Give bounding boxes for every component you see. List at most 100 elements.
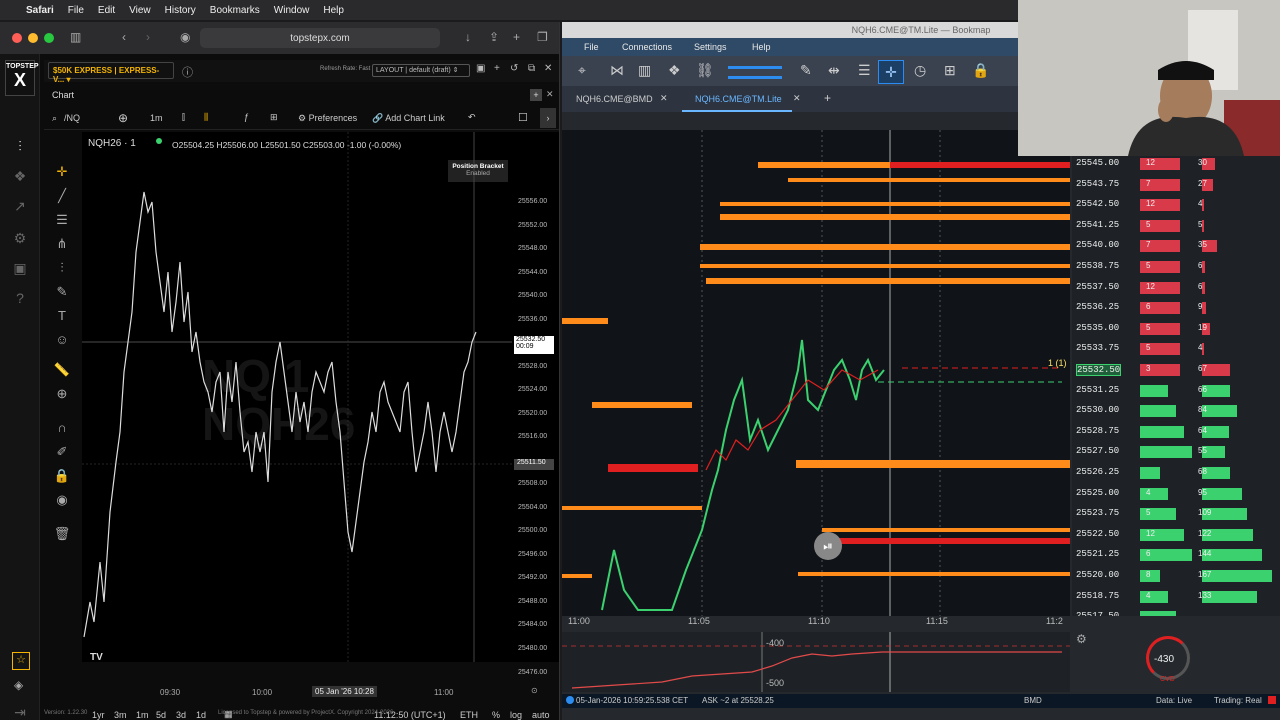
ladder-row[interactable]: 25520.00 8 167 <box>1072 570 1280 582</box>
bm-contrast-slider[interactable] <box>728 66 782 69</box>
panel-close-icon[interactable]: ✕ <box>546 89 554 100</box>
ladder-row[interactable]: 25532.50 3 67 <box>1072 364 1280 376</box>
forward-icon[interactable]: › <box>146 30 150 44</box>
toolbar-more-icon[interactable]: › <box>540 108 556 128</box>
layout-selector[interactable]: LAYOUT | default (draft) ⇕ <box>372 64 470 77</box>
bm-menu-connections[interactable]: Connections <box>622 42 672 52</box>
share-icon[interactable]: ⇪ <box>489 30 499 44</box>
bm-clock-icon[interactable]: ◷ <box>914 62 926 79</box>
ladder-row[interactable]: 25545.00 12 30 <box>1072 158 1280 170</box>
brush-tool-icon[interactable]: ✎ <box>52 284 72 302</box>
network-icon[interactable]: ❖ <box>10 166 30 186</box>
bm-menu-help[interactable]: Help <box>752 42 771 52</box>
range-1yr[interactable]: 1yr <box>92 710 105 720</box>
chart-undo-icon[interactable]: ↶ <box>468 112 476 123</box>
pitchfork-tool-icon[interactable]: ⋔ <box>52 236 72 254</box>
bm-tab-tm-lite[interactable]: NQH6.CME@TM.Lite <box>695 94 782 104</box>
ladder-row[interactable]: 25543.75 7 27 <box>1072 178 1280 191</box>
menubar-item-file[interactable]: File <box>68 5 84 16</box>
sidebar-toggle-icon[interactable]: ▥ <box>70 30 81 44</box>
magnet-tool-icon[interactable]: ∩ <box>52 420 72 438</box>
trendline-tool-icon[interactable]: ╱ <box>52 188 72 206</box>
new-tab-icon[interactable]: + <box>513 30 520 44</box>
close-layout-icon[interactable]: ✕ <box>544 63 552 74</box>
ladder-row[interactable]: 25526.25 68 <box>1072 467 1280 479</box>
bm-grid-icon[interactable]: ⊞ <box>944 62 956 79</box>
bm-screenshot-icon[interactable]: ⌖ <box>578 62 586 79</box>
bm-link-icon[interactable]: ⛓ <box>696 62 714 79</box>
lock-tool-icon[interactable]: 🔒 <box>52 468 72 486</box>
cvd-panel[interactable]: -400 -500 <box>562 632 1070 692</box>
ladder-row[interactable]: 25517.50 <box>1072 611 1280 616</box>
info-icon[interactable]: ⓘ <box>182 64 193 80</box>
expand-panel-icon[interactable]: + <box>530 89 542 101</box>
bookmap-price-ladder[interactable]: 25545.00 12 30 25543.75 7 27 25542.50 12 4 25541.… <box>1072 130 1280 616</box>
bm-menu-settings[interactable]: Settings <box>694 42 727 52</box>
time-axis[interactable]: 09:30 10:00 05 Jan '26 10:28 11:00 ⊙ <box>82 686 538 700</box>
bm-comment-icon[interactable]: ☰ <box>858 62 871 79</box>
close-window-button[interactable] <box>12 33 22 43</box>
ladder-row[interactable]: 25540.00 7 35 <box>1072 240 1280 253</box>
favorites-star-icon[interactable]: ☆ <box>12 652 30 670</box>
trash-tool-icon[interactable]: 🗑 <box>52 526 72 544</box>
emoji-tool-icon[interactable]: ☺ <box>52 332 72 350</box>
logout-icon[interactable]: ⇥ <box>10 702 30 720</box>
add-chart-link-button[interactable]: 🔗 Add Chart Link <box>372 113 445 124</box>
ladder-row[interactable]: 25535.00 5 19 <box>1072 322 1280 335</box>
ladder-row[interactable]: 25533.75 5 4 <box>1072 343 1280 356</box>
bm-menu-file[interactable]: File <box>584 42 599 52</box>
bm-crosshair-icon[interactable]: ✛ <box>878 60 904 84</box>
ladder-row[interactable]: 25530.00 84 <box>1072 405 1280 418</box>
ladder-row[interactable]: 25518.75 4 133 <box>1072 590 1280 603</box>
auto-toggle[interactable]: auto <box>532 710 550 720</box>
topstep-logo[interactable]: TOPSTEP X <box>5 60 39 96</box>
bookmap-heatmap[interactable]: 1 (1) ⏯ <box>562 130 1070 616</box>
popout-icon[interactable]: ⧉ <box>528 63 535 74</box>
layers-icon[interactable]: ◈ <box>14 678 23 692</box>
bm-tab-tm-close-icon[interactable]: ✕ <box>793 93 801 104</box>
bm-indicator-icon[interactable]: ❖ <box>668 62 681 79</box>
ladder-row[interactable]: 25527.50 55 <box>1072 446 1280 459</box>
fib-tool-icon[interactable]: ⫶ <box>52 260 72 278</box>
chart-tab[interactable]: Chart <box>52 90 74 100</box>
symbol-search-icon[interactable]: ⌕ <box>52 113 57 124</box>
bm-measure-icon[interactable]: ⇹ <box>828 62 840 79</box>
bm-tab-bmd-close-icon[interactable]: ✕ <box>660 93 668 104</box>
ladder-row[interactable]: 25531.25 66 <box>1072 384 1280 397</box>
bm-tab-bmd[interactable]: NQH6.CME@BMD <box>576 94 653 104</box>
ladder-row[interactable]: 25528.75 64 <box>1072 425 1280 438</box>
ladder-row[interactable]: 25542.50 12 4 <box>1072 199 1280 212</box>
menubar-app-name[interactable]: Safari <box>26 5 54 16</box>
templates-icon[interactable]: ⊞ <box>270 112 278 123</box>
download-icon[interactable]: ↓ <box>465 30 471 44</box>
add-symbol-icon[interactable]: ⊕ <box>118 111 128 125</box>
range-3d[interactable]: 3d <box>176 710 186 720</box>
candle-style-icon[interactable]: ⫼ <box>204 112 208 123</box>
menubar-item-window[interactable]: Window <box>274 5 310 16</box>
ladder-row[interactable]: 25541.25 5 5 <box>1072 219 1280 232</box>
replay-play-icon[interactable]: ⏯ <box>814 532 842 560</box>
account-selector[interactable]: $50K EXPRESS | EXPRESS-V... ▾ <box>48 62 174 84</box>
chart-icon[interactable]: ⫶ <box>10 136 30 156</box>
ladder-row[interactable]: 25521.25 6 144 <box>1072 549 1280 562</box>
zoom-tool-icon[interactable]: ⊕ <box>52 386 72 404</box>
bm-pencil-icon[interactable]: ✎ <box>800 62 812 79</box>
help-icon[interactable]: ? <box>10 288 30 308</box>
symbol-search-input[interactable]: /NQ <box>64 113 80 123</box>
back-icon[interactable]: ‹ <box>122 30 126 44</box>
cvd-settings-icon[interactable]: ⚙ <box>1076 632 1087 646</box>
horizontal-line-tool-icon[interactable]: ☰ <box>52 212 72 230</box>
range-5d[interactable]: 5d <box>156 710 166 720</box>
ladder-row[interactable]: 25538.75 5 6 <box>1072 261 1280 273</box>
ladder-row[interactable]: 25522.50 12 122 <box>1072 528 1280 541</box>
zoom-window-button[interactable] <box>44 33 54 43</box>
address-bar[interactable]: topstepx.com <box>200 28 440 48</box>
menubar-item-bookmarks[interactable]: Bookmarks <box>210 5 260 16</box>
ladder-row[interactable]: 25523.75 5 109 <box>1072 508 1280 521</box>
eraser-tool-icon[interactable]: ✐ <box>52 444 72 462</box>
ladder-row[interactable]: 25536.25 6 9 <box>1072 302 1280 315</box>
price-axis[interactable]: 25556.00 25552.00 25548.00 25544.00 2554… <box>512 132 559 676</box>
menubar-item-history[interactable]: History <box>165 5 196 16</box>
tab-overview-icon[interactable]: ❐ <box>537 30 548 44</box>
trend-icon[interactable]: ↗ <box>10 196 30 216</box>
